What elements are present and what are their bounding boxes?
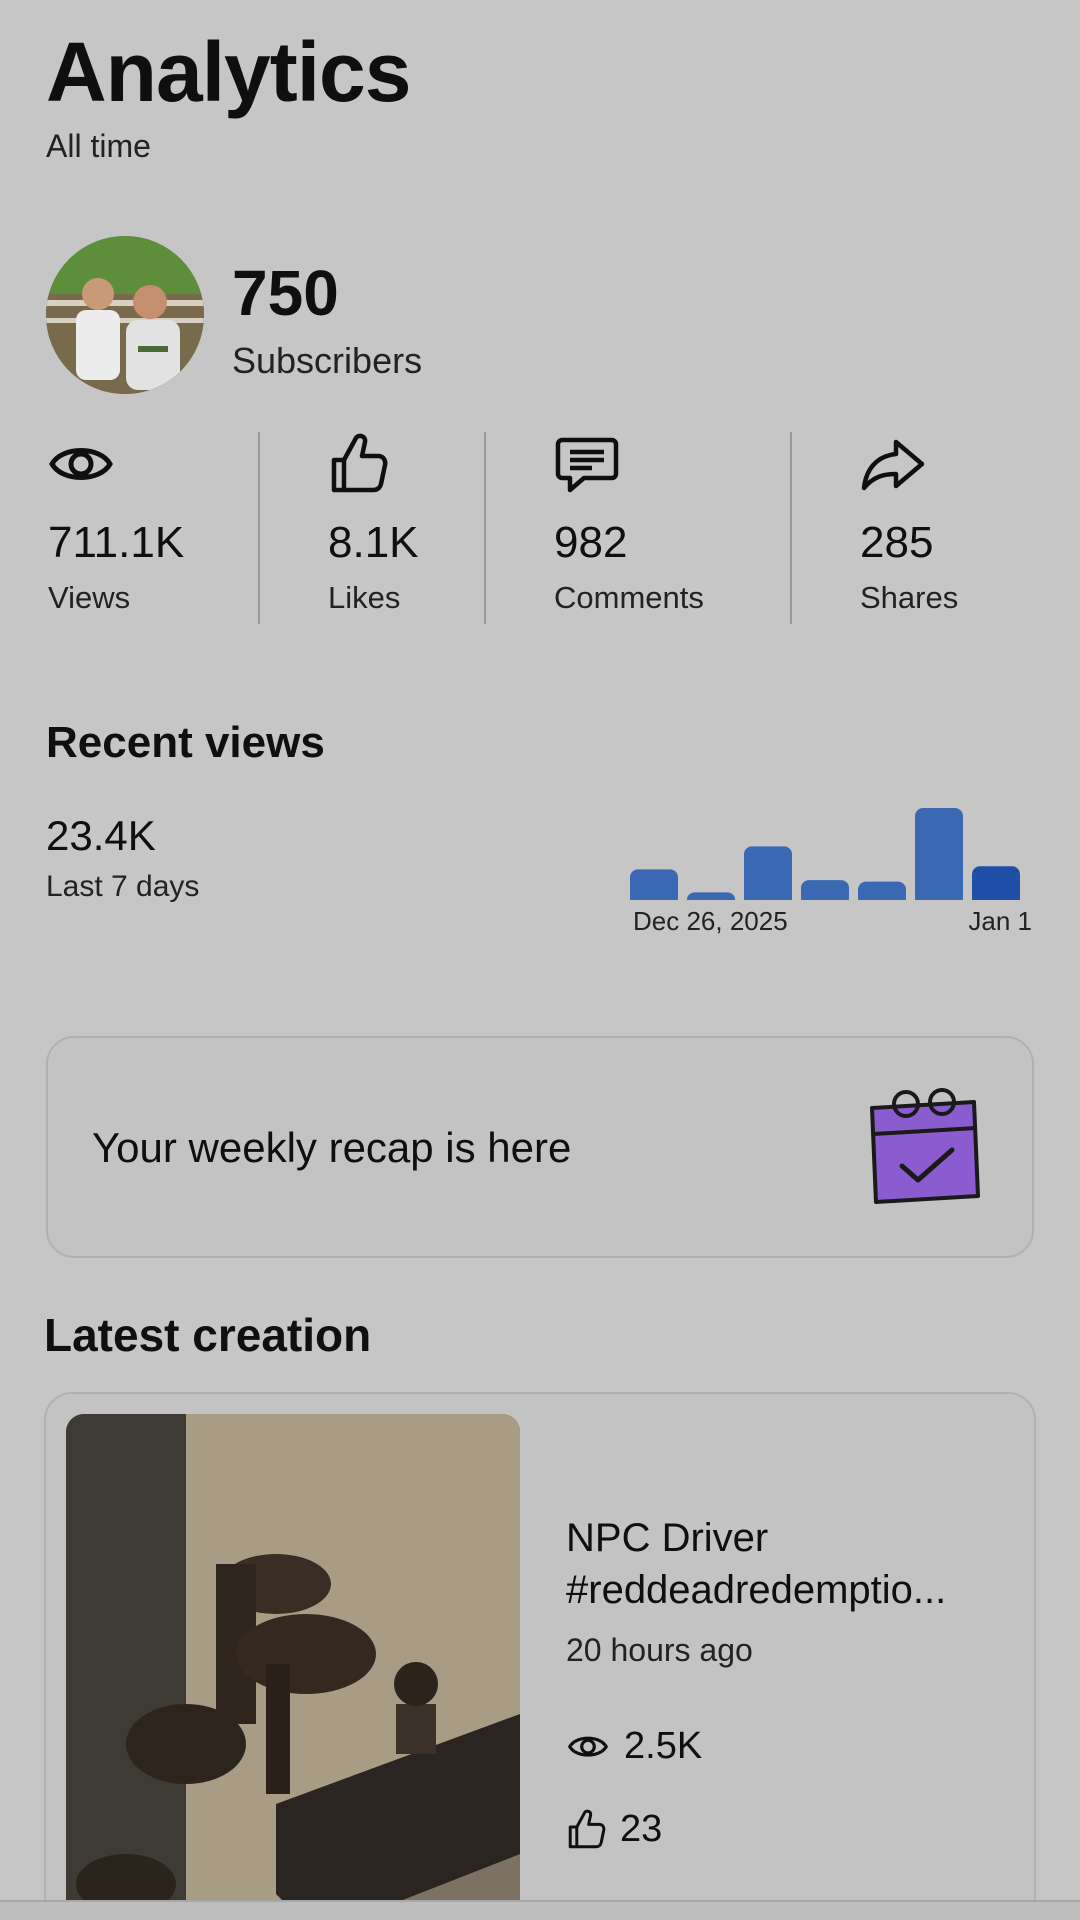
stat-shares[interactable]: 285 Shares: [860, 428, 958, 615]
time-range-label[interactable]: All time: [46, 128, 151, 165]
video-views-stat: 2.5K: [566, 1724, 702, 1768]
eye-icon: [49, 448, 113, 480]
likes-label: Likes: [328, 580, 401, 615]
stats-row: 711.1K Views 8.1K Likes 982 Comments 285…: [0, 428, 1080, 628]
video-likes-stat: 23: [566, 1806, 662, 1852]
stat-divider: [484, 432, 486, 624]
stat-divider: [790, 432, 792, 624]
comments-value: 982: [554, 518, 628, 567]
thumbs-up-icon: [568, 1809, 606, 1849]
subscriber-label: Subscribers: [232, 340, 423, 381]
chart-x-end-label: Jan 1: [968, 906, 1032, 936]
recent-views-value: 23.4K: [46, 812, 156, 859]
stat-views[interactable]: 711.1K Views: [48, 428, 184, 615]
video-views-value: 2.5K: [624, 1724, 703, 1767]
stat-comments[interactable]: 982 Comments: [554, 428, 704, 615]
recap-text: Your weekly recap is here: [92, 1124, 572, 1171]
video-published-time: 20 hours ago: [566, 1632, 753, 1668]
share-icon: [861, 439, 925, 491]
video-thumbnail[interactable]: [66, 1414, 520, 1920]
video-title-line1: NPC Driver: [566, 1516, 769, 1560]
video-title-line2: #reddeadredemptio...: [566, 1568, 947, 1612]
video-likes-value: 23: [620, 1807, 663, 1850]
chart-x-start-label: Dec 26, 2025: [633, 906, 788, 936]
recent-views-heading: Recent views: [46, 718, 325, 767]
calendar-check-icon: [870, 1088, 980, 1204]
eye-icon: [567, 1736, 609, 1757]
weekly-recap-card[interactable]: Your weekly recap is here: [46, 1036, 1034, 1258]
comment-icon: [555, 437, 619, 493]
subscriber-count: 750: [232, 257, 339, 329]
analytics-page: Analytics All time 750 Subscribers 711.1…: [0, 0, 1080, 1920]
shares-value: 285: [860, 518, 934, 567]
video-title[interactable]: NPC Driver #reddeadredemptio...: [566, 1512, 1006, 1616]
likes-value: 8.1K: [328, 518, 419, 567]
page-title: Analytics: [46, 25, 411, 119]
comments-label: Comments: [554, 580, 704, 615]
chart-bar: [744, 846, 792, 906]
stat-divider: [258, 432, 260, 624]
recent-views-period: Last 7 days: [46, 870, 200, 903]
shares-label: Shares: [860, 580, 959, 615]
latest-video-card[interactable]: NPC Driver #reddeadredemptio... 20 hours…: [44, 1392, 1036, 1920]
bottom-nav-bar: [0, 1900, 1080, 1920]
thumbs-up-icon: [331, 433, 388, 493]
views-label: Views: [48, 580, 131, 615]
latest-creation-heading: Latest creation: [44, 1309, 372, 1361]
stat-likes[interactable]: 8.1K Likes: [328, 428, 419, 615]
chart-bar: [915, 808, 963, 906]
channel-avatar[interactable]: [46, 236, 204, 394]
views-value: 711.1K: [48, 518, 185, 567]
